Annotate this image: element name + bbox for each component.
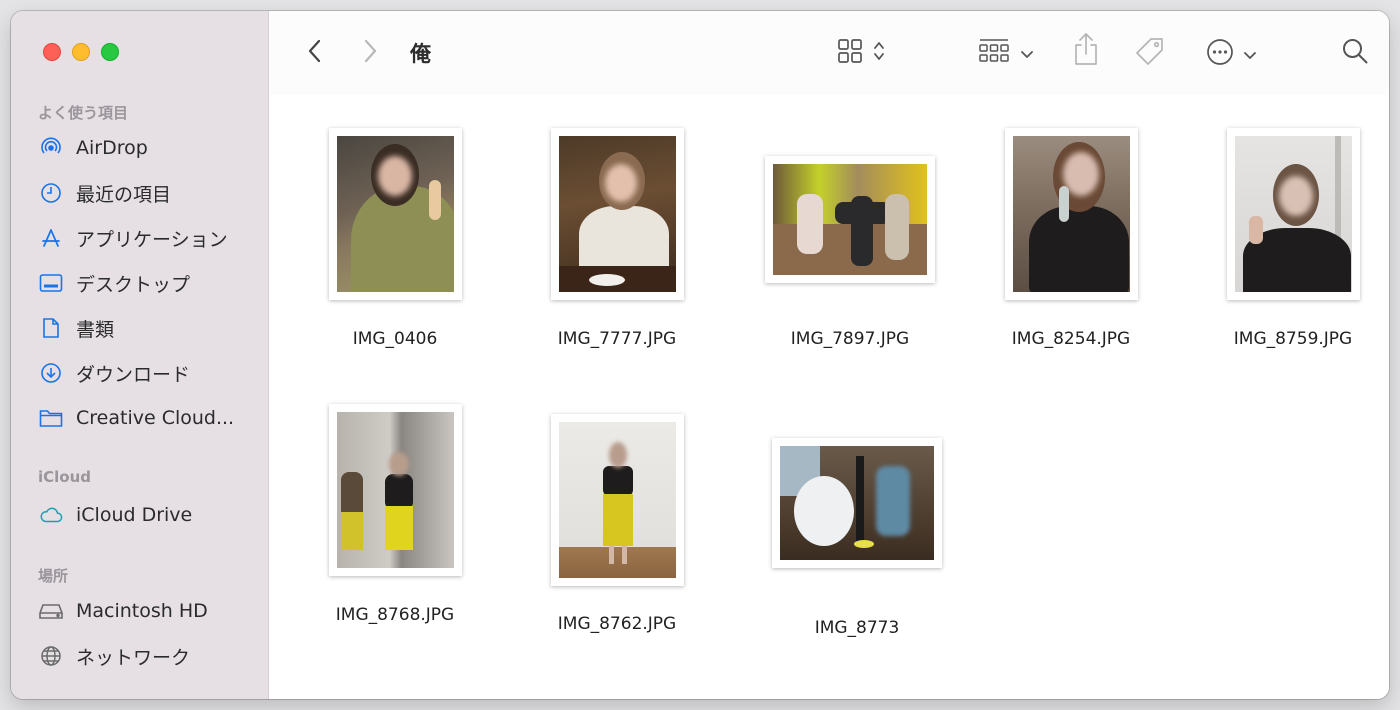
file-thumbnail [1227, 128, 1360, 300]
sidebar-item-creative-cloud[interactable]: Creative Cloud... [39, 403, 254, 433]
sidebar-item-label: iCloud Drive [76, 504, 193, 526]
sidebar-section-locations: 場所 [38, 567, 69, 585]
group-by-icon [979, 38, 1009, 68]
sidebar: よく使う項目 AirDrop 最近の項目 アプリケーション デスクトップ 書類 … [11, 11, 269, 699]
file-name: IMG_7777.JPG [557, 329, 677, 349]
file-name: IMG_8759.JPG [1233, 329, 1353, 349]
clock-icon [39, 181, 63, 205]
file-name: IMG_8762.JPG [557, 614, 677, 634]
ellipsis-circle-icon [1206, 38, 1234, 70]
file-name: IMG_0406 [352, 329, 438, 349]
sidebar-item-icloud-drive[interactable]: iCloud Drive [39, 500, 254, 530]
desktop-icon [39, 271, 63, 295]
file-thumbnail [551, 128, 684, 300]
sidebar-item-label: AirDrop [76, 137, 148, 159]
search-button[interactable] [1340, 38, 1370, 68]
chevron-down-icon [1244, 45, 1256, 64]
sidebar-item-airdrop[interactable]: AirDrop [39, 133, 254, 163]
file-name: IMG_7897.JPG [790, 329, 910, 349]
main-content: 俺 IMG_0406 IMG_7777.JPG IMG_7897.JPG IMG… [269, 11, 1389, 699]
window-controls [43, 43, 119, 61]
disk-icon [39, 599, 63, 623]
zoom-button[interactable] [101, 43, 119, 61]
file-name: IMG_8773 [814, 618, 900, 638]
photo-image [337, 136, 454, 292]
sidebar-item-recents[interactable]: 最近の項目 [39, 178, 254, 208]
sidebar-section-favorites: よく使う項目 [38, 104, 129, 122]
sidebar-item-label: 書類 [76, 318, 115, 341]
tag-button[interactable] [1133, 37, 1167, 71]
sidebar-item-label: ダウンロード [76, 363, 191, 386]
file-thumbnail [329, 404, 462, 576]
folder-icon [39, 406, 63, 430]
file-name: IMG_8768.JPG [335, 605, 455, 625]
share-button[interactable] [1071, 33, 1101, 69]
search-icon [1341, 37, 1369, 69]
applications-icon [39, 226, 63, 250]
photo-image [559, 136, 676, 292]
file-thumbnail [551, 414, 684, 586]
back-button[interactable] [303, 39, 325, 67]
sidebar-item-label: アプリケーション [76, 228, 228, 251]
close-button[interactable] [43, 43, 61, 61]
download-icon [39, 361, 63, 385]
cloud-icon [39, 503, 63, 527]
finder-window: よく使う項目 AirDrop 最近の項目 アプリケーション デスクトップ 書類 … [11, 11, 1389, 699]
photo-image [559, 422, 676, 578]
share-icon [1073, 32, 1099, 70]
file-thumbnail [772, 438, 942, 568]
sidebar-item-documents[interactable]: 書類 [39, 313, 254, 343]
photo-image [780, 446, 934, 560]
sidebar-item-label: ネットワーク [76, 646, 191, 669]
sidebar-item-label: 最近の項目 [76, 183, 172, 206]
file-thumbnail [329, 128, 462, 300]
sidebar-item-applications[interactable]: アプリケーション [39, 223, 254, 253]
group-by-button[interactable] [973, 39, 1039, 67]
photo-image [1235, 136, 1352, 292]
view-mode-button[interactable] [831, 39, 891, 67]
chevron-updown-icon [873, 40, 885, 66]
sidebar-item-macintosh-hd[interactable]: Macintosh HD [39, 596, 254, 626]
photo-image [773, 164, 927, 275]
sidebar-item-desktop[interactable]: デスクトップ [39, 268, 254, 298]
file-name: IMG_8254.JPG [1011, 329, 1131, 349]
airdrop-icon [39, 136, 63, 160]
sidebar-item-label: Macintosh HD [76, 600, 208, 622]
sidebar-item-label: デスクトップ [76, 273, 191, 296]
window-title: 俺 [410, 42, 431, 66]
more-actions-button[interactable] [1201, 39, 1261, 69]
file-thumbnail [1005, 128, 1138, 300]
globe-icon [39, 644, 63, 668]
sidebar-item-label: Creative Cloud... [76, 407, 235, 429]
toolbar: 俺 [269, 11, 1389, 95]
photo-image [1013, 136, 1130, 292]
chevron-left-icon [307, 39, 321, 67]
forward-button[interactable] [360, 39, 382, 67]
sidebar-section-icloud: iCloud [38, 468, 92, 486]
photo-image [337, 412, 454, 568]
minimize-button[interactable] [72, 43, 90, 61]
tag-icon [1134, 36, 1166, 72]
sidebar-item-network[interactable]: ネットワーク [39, 641, 254, 671]
chevron-right-icon [364, 39, 378, 67]
document-icon [39, 316, 63, 340]
grid-view-icon [837, 38, 863, 68]
chevron-down-icon [1021, 44, 1033, 63]
file-thumbnail [765, 156, 935, 283]
sidebar-item-downloads[interactable]: ダウンロード [39, 358, 254, 388]
